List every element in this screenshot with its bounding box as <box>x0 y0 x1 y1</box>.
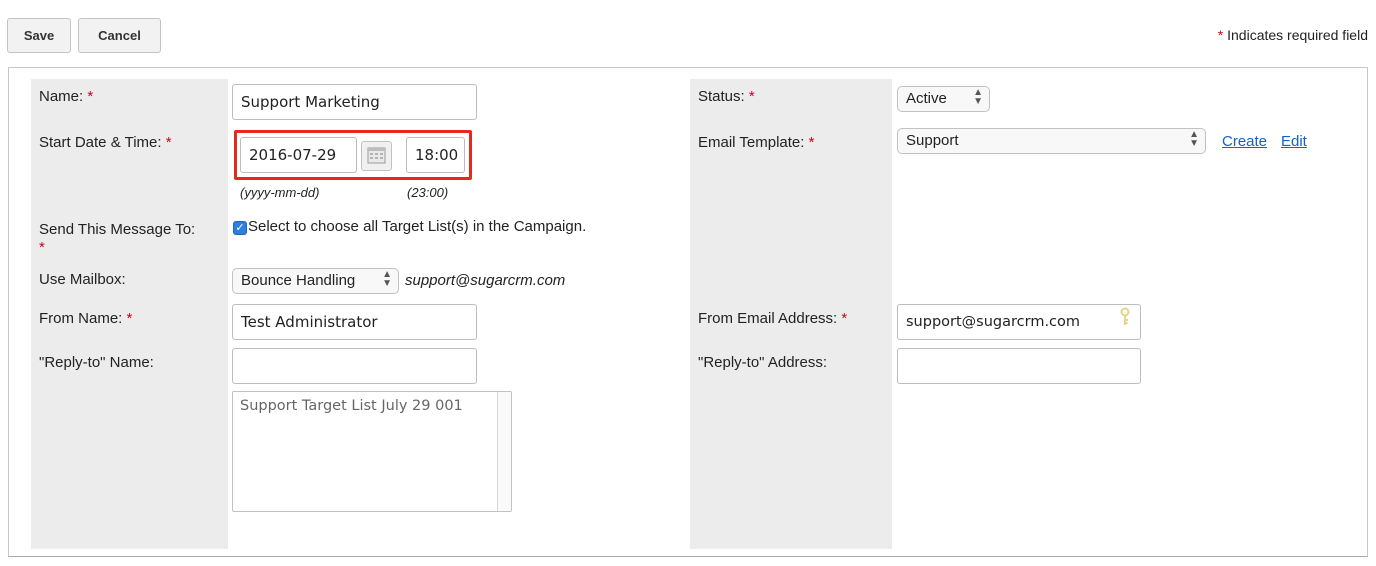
start-date-input[interactable]: 2016-07-29 <box>240 137 357 173</box>
select-arrows-icon: ▲ ▼ <box>382 269 392 289</box>
mailbox-email: support@sugarcrm.com <box>405 272 566 289</box>
from-email-label: From Email Address: * <box>698 310 848 327</box>
select-arrows-icon: ▲ ▼ <box>1189 129 1199 149</box>
target-list-box[interactable]: Support Target List July 29 001 <box>232 391 512 512</box>
status-select[interactable]: Active ▲ ▼ <box>897 86 990 112</box>
cancel-button[interactable]: Cancel <box>78 18 161 53</box>
name-label: Name: * <box>39 88 94 105</box>
reply-to-name-label: "Reply-to" Name: <box>39 354 154 371</box>
from-name-label: From Name: * <box>39 310 133 327</box>
from-email-value: support@sugarcrm.com <box>906 314 1081 330</box>
save-button[interactable]: Save <box>7 18 71 53</box>
from-email-input[interactable]: support@sugarcrm.com <box>897 304 1141 340</box>
start-time-input[interactable]: 18:00 <box>406 137 465 173</box>
mailbox-select[interactable]: Bounce Handling ▲ ▼ <box>232 268 399 294</box>
calendar-button[interactable] <box>361 141 392 171</box>
create-template-link[interactable]: Create <box>1222 133 1267 150</box>
send-to-label: Send This Message To: * <box>39 221 196 256</box>
name-input[interactable]: Support Marketing <box>232 84 477 120</box>
select-arrows-icon: ▲ ▼ <box>973 87 983 107</box>
required-note-text: Indicates required field <box>1223 27 1368 43</box>
email-template-select[interactable]: Support ▲ ▼ <box>897 128 1206 154</box>
reply-to-name-input[interactable] <box>232 348 477 384</box>
date-format-hint: (yyyy-mm-dd) <box>240 185 320 200</box>
mailbox-selected: Bounce Handling <box>241 272 356 289</box>
use-mailbox-label: Use Mailbox: <box>39 271 126 288</box>
key-icon <box>1120 307 1130 325</box>
status-label: Status: * <box>698 88 755 105</box>
list-item[interactable]: Support Target List July 29 001 <box>240 398 504 414</box>
from-name-input[interactable]: Test Administrator <box>232 304 477 340</box>
listbox-scrollbar[interactable] <box>497 392 511 511</box>
all-target-lists-label: Select to choose all Target List(s) in t… <box>248 218 587 235</box>
start-date-time-label: Start Date & Time: * <box>39 134 172 151</box>
edit-template-link[interactable]: Edit <box>1281 133 1307 150</box>
reply-to-address-label: "Reply-to" Address: <box>698 354 828 371</box>
email-template-label: Email Template: * <box>698 134 815 151</box>
email-template-selected: Support <box>906 132 959 149</box>
all-target-lists-checkbox[interactable]: ✓ <box>233 221 247 235</box>
time-format-hint: (23:00) <box>407 185 449 200</box>
status-selected: Active <box>906 90 947 107</box>
required-field-note: * Indicates required field <box>1218 27 1368 43</box>
calendar-icon <box>367 147 386 164</box>
reply-to-address-input[interactable] <box>897 348 1141 384</box>
